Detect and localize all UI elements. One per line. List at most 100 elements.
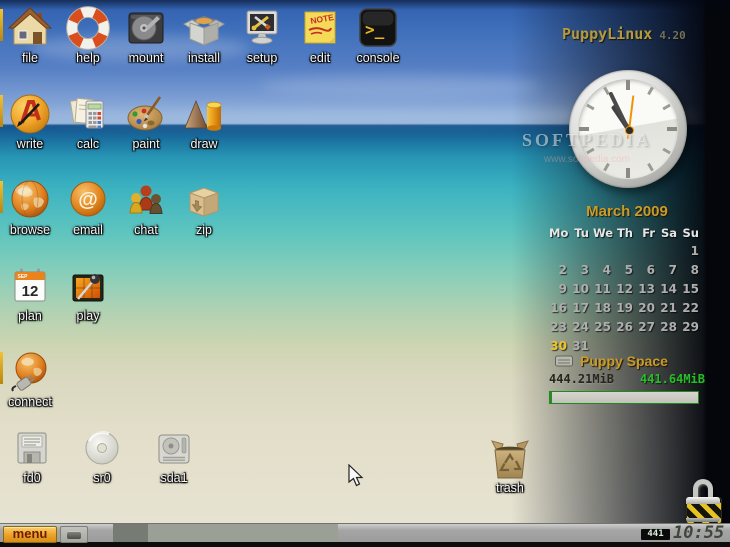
clock-tick (647, 163, 654, 171)
desktop-icon-sr0[interactable]: sr0 (74, 426, 130, 485)
desktop-icon-help[interactable]: help (60, 6, 116, 65)
hard-disk-icon (124, 6, 168, 50)
taskbar: menu 441 10:55 (0, 523, 730, 542)
desktop-icon-file[interactable]: file (2, 6, 58, 65)
clock-tick (579, 127, 589, 131)
desktop-icon-connect[interactable]: connect (2, 350, 58, 409)
calendar-day (659, 242, 681, 261)
calendar-day: 4 (593, 261, 615, 280)
icon-label: setup (234, 51, 290, 65)
menu-button[interactable]: menu (3, 526, 57, 543)
lock-base (686, 518, 720, 522)
space-free: 441.64MiB (640, 372, 705, 386)
desktop-icon-calc[interactable]: calc (60, 92, 116, 151)
clock-tick (667, 127, 677, 131)
calendar-day: 14 (659, 280, 681, 299)
icon-label: write (2, 137, 58, 151)
open-box-icon (182, 6, 226, 50)
desktop-icon-play[interactable]: play (60, 264, 116, 323)
analog-clock-widget (569, 70, 687, 188)
desktop-icon-draw[interactable]: draw (176, 92, 232, 151)
clock-tick (662, 104, 670, 111)
desktop-icon-mount[interactable]: mount (118, 6, 174, 65)
taskbar-clock: 10:55 (673, 524, 725, 542)
clock-tick (603, 163, 610, 171)
desktop-icon-edit[interactable]: NOTE edit (292, 6, 348, 65)
calendar-day: 16 (549, 299, 571, 318)
lock-band (686, 497, 720, 504)
calendar-day: 19 (615, 299, 637, 318)
lock-icon[interactable] (686, 479, 720, 522)
desktop-icon-plan[interactable]: SEP 12 plan (2, 264, 58, 323)
cloud (260, 75, 540, 97)
icon-label: email (60, 223, 116, 237)
calendar-day (615, 242, 637, 261)
calendar-day: 24 (571, 318, 593, 337)
calendar-day: 29 (681, 318, 703, 337)
calendar-day: 2 (549, 261, 571, 280)
drive-icon (555, 355, 573, 367)
shapes-icon (182, 92, 226, 136)
floppy-icon (10, 426, 54, 470)
desktop-icon-paint[interactable]: paint (118, 92, 174, 151)
os-branding: PuppyLinux4.20 (562, 24, 686, 43)
calendar-day (549, 242, 571, 261)
calendar-day: 5 (615, 261, 637, 280)
calendar-widget: March 2009 MoTuWeThFrSaSu123456789101112… (549, 203, 705, 356)
taskbar-segment (148, 524, 338, 542)
clock-hub (625, 126, 634, 135)
desktop-icon-trash[interactable]: trash (482, 436, 538, 495)
os-name: PuppyLinux (562, 25, 652, 43)
day-glyph: 12 (22, 283, 39, 300)
house-icon (8, 6, 52, 50)
desktop-icon-write[interactable]: write (2, 92, 58, 151)
drive-icon (152, 426, 196, 470)
desktop-icon-zip[interactable]: zip (176, 178, 232, 237)
desktop-icon-browse[interactable]: browse (2, 178, 58, 237)
calendar-day: 20 (637, 299, 659, 318)
icon-label: browse (2, 223, 58, 237)
puppy-desktop: file help mount install (0, 0, 730, 547)
minute-hand (608, 91, 630, 130)
screen-edge (0, 542, 730, 547)
clock-tick (626, 80, 630, 90)
calendar-day: 26 (615, 318, 637, 337)
calendar-day: 23 (549, 318, 571, 337)
icon-label: chat (118, 223, 174, 237)
month-glyph: SEP (18, 274, 29, 280)
globe-icon (8, 178, 52, 222)
people-icon (124, 178, 168, 222)
at-glyph: @ (78, 189, 98, 211)
calendar-day: 11 (593, 280, 615, 299)
icon-label: trash (482, 481, 538, 495)
calendar-day-header: Mo (549, 225, 571, 242)
desktop-icon-install[interactable]: install (176, 6, 232, 65)
desktop-icon-console[interactable]: >_ console (350, 6, 406, 65)
calculator-icon (66, 92, 110, 136)
calendar-day: 18 (593, 299, 615, 318)
icon-label: sda1 (146, 471, 202, 485)
word-processor-icon (8, 92, 52, 136)
icon-label: plan (2, 309, 58, 323)
calendar-day: 13 (637, 280, 659, 299)
globe-plug-icon (8, 350, 52, 394)
icon-label: draw (176, 137, 232, 151)
calendar-day: 27 (637, 318, 659, 337)
desktop-icon-setup[interactable]: setup (234, 6, 290, 65)
archive-box-icon (182, 178, 226, 222)
free-space-badge[interactable]: 441 (641, 529, 670, 540)
puppy-space-title: Puppy Space (580, 353, 668, 369)
clock-face (578, 79, 678, 179)
icon-label: edit (292, 51, 348, 65)
clock-tick (586, 148, 594, 155)
media-player-icon (66, 264, 110, 308)
calendar-day-header: Su (681, 225, 703, 242)
calendar-day-header: Tu (571, 225, 593, 242)
desktop-icon-sda1[interactable]: sda1 (146, 426, 202, 485)
desktop-icon-chat[interactable]: chat (118, 178, 174, 237)
desktop-icon-email[interactable]: @ email (60, 178, 116, 237)
calendar-day: 17 (571, 299, 593, 318)
drive-tray-button[interactable] (60, 526, 88, 543)
calendar-day (637, 242, 659, 261)
desktop-icon-fd0[interactable]: fd0 (4, 426, 60, 485)
